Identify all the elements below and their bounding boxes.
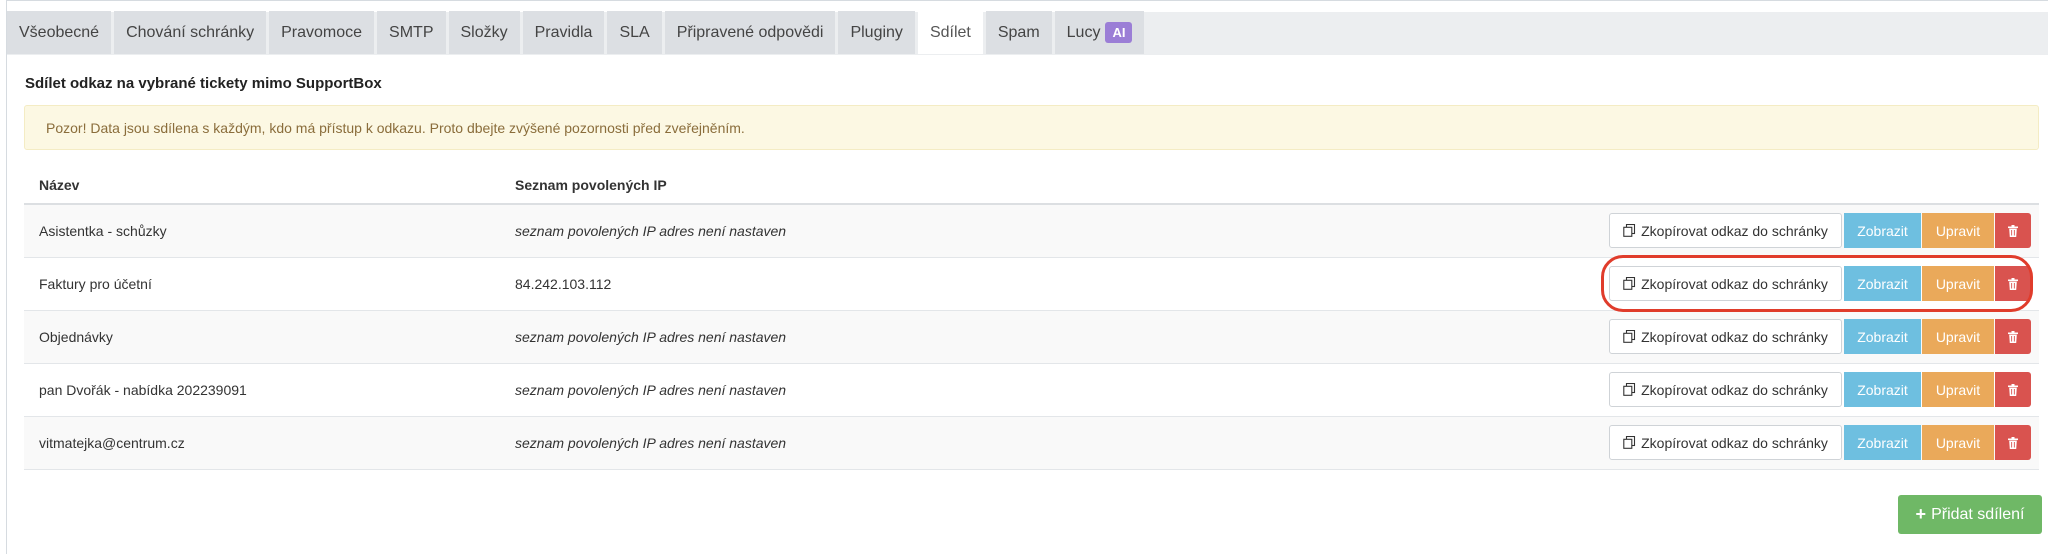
edit-button[interactable]: Upravit [1922,372,1994,407]
tab-pripravene-odpovedi[interactable]: Připravené odpovědi [664,11,836,54]
copy-link-button[interactable]: Zkopírovat odkaz do schránky [1609,372,1842,407]
plus-icon: + [1915,504,1927,524]
column-header-ip: Seznam povolených IP [515,176,667,193]
tab-spam[interactable]: Spam [985,11,1052,54]
row-actions: Zkopírovat odkaz do schránky Zobrazit Up… [1609,319,2031,354]
share-name: Objednávky [39,329,113,345]
share-name: pan Dvořák - nabídka 202239091 [39,382,247,398]
edit-button[interactable]: Upravit [1922,319,1994,354]
edit-button[interactable]: Upravit [1922,266,1994,301]
tab-pravidla[interactable]: Pravidla [522,11,605,54]
table-row: pan Dvořák - nabídka 202239091 seznam po… [24,364,2039,417]
view-button[interactable]: Zobrazit [1844,213,1921,248]
tab-smtp[interactable]: SMTP [377,11,446,54]
tab-label: Připravené odpovědi [676,23,824,41]
warning-alert: Pozor! Data jsou sdílena s každým, kdo m… [24,105,2039,150]
share-name: Faktury pro účetní [39,276,152,292]
tab-label: Pravidla [534,23,593,41]
copy-link-label: Zkopírovat odkaz do schránky [1641,434,1828,451]
row-actions: Zkopírovat odkaz do schránky Zobrazit Up… [1609,213,2031,248]
row-actions: Zkopírovat odkaz do schránky Zobrazit Up… [1609,372,2031,407]
table-row: Faktury pro účetní 84.242.103.112 Zkopír… [24,258,2039,311]
add-share-button[interactable]: + Přidat sdílení [1898,495,2042,534]
settings-panel: Všeobecné Chování schránky Pravomoce SMT… [6,0,2048,554]
section-title: Sdílet odkaz na vybrané tickety mimo Sup… [25,75,382,92]
copy-icon [1623,383,1636,396]
view-button[interactable]: Zobrazit [1844,372,1921,407]
trash-icon [2008,224,2018,237]
edit-button[interactable]: Upravit [1922,425,1994,460]
edit-button[interactable]: Upravit [1922,213,1994,248]
tab-chovani-schranky[interactable]: Chování schránky [114,11,267,54]
share-name: vitmatejka@centrum.cz [39,435,185,451]
view-button[interactable]: Zobrazit [1844,425,1921,460]
tab-label: SMTP [389,23,434,41]
copy-icon [1623,277,1636,290]
add-share-label: Přidat sdílení [1931,505,2025,523]
copy-icon [1623,436,1636,449]
copy-icon [1623,330,1636,343]
tab-label: Sdílet [929,23,971,41]
copy-link-button[interactable]: Zkopírovat odkaz do schránky [1609,425,1842,460]
copy-link-label: Zkopírovat odkaz do schránky [1641,328,1828,345]
table-row: Objednávky seznam povolených IP adres ne… [24,311,2039,364]
tab-label: Pravomoce [281,23,363,41]
tab-label: Lucy [1066,23,1101,41]
alert-text: Pozor! Data jsou sdílena s každým, kdo m… [46,119,745,136]
tab-label: Chování schránky [126,23,255,41]
delete-button[interactable] [1995,213,2031,248]
copy-link-label: Zkopírovat odkaz do schránky [1641,275,1828,292]
tab-vseobecne[interactable]: Všeobecné [7,11,112,54]
tab-label: Pluginy [850,23,903,41]
tab-pravomoce[interactable]: Pravomoce [269,11,375,54]
view-button[interactable]: Zobrazit [1844,319,1921,354]
tab-label: Složky [460,23,508,41]
ai-badge: AI [1105,22,1133,43]
table-header: Název Seznam povolených IP [24,166,2039,205]
delete-button[interactable] [1995,319,2031,354]
column-header-name: Název [39,176,80,193]
tab-label: Všeobecné [19,23,100,41]
shares-table: Název Seznam povolených IP Asistentka - … [24,166,2039,470]
trash-icon [2008,277,2018,290]
copy-link-label: Zkopírovat odkaz do schránky [1641,222,1828,239]
tab-slozky[interactable]: Složky [448,11,520,54]
tab-label: Spam [997,23,1040,41]
copy-icon [1623,224,1636,237]
copy-link-button[interactable]: Zkopírovat odkaz do schránky [1609,319,1842,354]
table-row: vitmatejka@centrum.cz seznam povolených … [24,417,2039,470]
tab-pluginy[interactable]: Pluginy [838,11,915,54]
tab-lucy[interactable]: Lucy AI [1054,11,1145,54]
trash-icon [2008,330,2018,343]
copy-link-button[interactable]: Zkopírovat odkaz do schránky [1609,266,1842,301]
tab-sdilet[interactable]: Sdílet [917,11,983,54]
view-button[interactable]: Zobrazit [1844,266,1921,301]
row-actions: Zkopírovat odkaz do schránky Zobrazit Up… [1609,425,2031,460]
tab-label: SLA [619,23,650,41]
copy-link-label: Zkopírovat odkaz do schránky [1641,381,1828,398]
share-name: Asistentka - schůzky [39,223,167,239]
table-row: Asistentka - schůzky seznam povolených I… [24,205,2039,258]
tab-sla[interactable]: SLA [607,11,662,54]
delete-button[interactable] [1995,425,2031,460]
trash-icon [2008,383,2018,396]
copy-link-button[interactable]: Zkopírovat odkaz do schránky [1609,213,1842,248]
tab-bar: Všeobecné Chování schránky Pravomoce SMT… [7,11,2048,55]
delete-button[interactable] [1995,266,2031,301]
trash-icon [2008,436,2018,449]
delete-button[interactable] [1995,372,2031,407]
row-actions: Zkopírovat odkaz do schránky Zobrazit Up… [1609,266,2031,301]
